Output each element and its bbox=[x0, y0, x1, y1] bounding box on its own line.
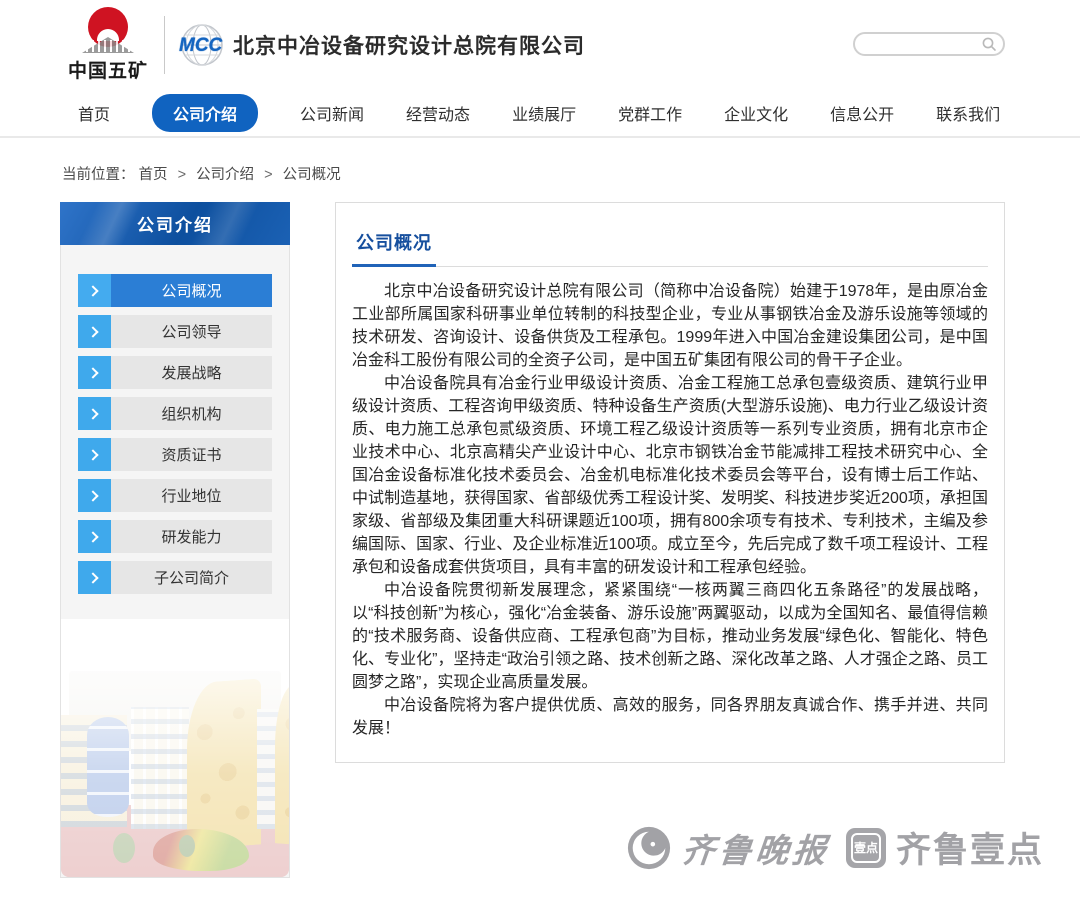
page: 中国五矿 MCC 北京中冶设备研究设计总院有限公司 bbox=[0, 0, 1080, 911]
sidebar-menu: 公司概况 公司领导 发展战略 组织机构 bbox=[61, 274, 289, 594]
company-name-title: 北京中冶设备研究设计总院有限公司 bbox=[233, 30, 585, 60]
chevron-right-icon bbox=[78, 520, 111, 553]
breadcrumb-link-company-intro[interactable]: 公司介绍 bbox=[196, 167, 254, 183]
sidebar-panel: 公司概况 公司领导 发展战略 组织机构 bbox=[60, 245, 290, 878]
header-divider bbox=[164, 16, 165, 74]
main-nav: 首页 公司介绍 公司新闻 经营动态 业绩展厅 党群工作 企业文化 信息公开 联系… bbox=[0, 90, 1080, 138]
breadcrumb-separator: > bbox=[264, 167, 272, 183]
site-header: 中国五矿 MCC 北京中冶设备研究设计总院有限公司 bbox=[0, 0, 1080, 90]
mcc-logo-text: MCC bbox=[179, 35, 222, 57]
company-overview-article: 北京中冶设备研究设计总院有限公司（简称中冶设备院）始建于1978年，是由原冶金工… bbox=[352, 280, 988, 740]
nav-item-contact-us[interactable]: 联系我们 bbox=[936, 101, 1000, 125]
chevron-right-icon bbox=[78, 274, 111, 307]
yidian-app-icon: 壹点 bbox=[846, 828, 886, 868]
sidebar: 公司介绍 公司概况 公司领导 发展战略 bbox=[60, 202, 290, 878]
chevron-right-icon bbox=[78, 397, 111, 430]
article-paragraph: 北京中冶设备研究设计总院有限公司（简称中冶设备院）始建于1978年，是由原冶金工… bbox=[352, 280, 988, 372]
search-box[interactable] bbox=[853, 32, 1005, 56]
section-title: 公司概况 bbox=[352, 229, 436, 267]
chevron-right-icon bbox=[78, 315, 111, 348]
sidebar-item-organization[interactable]: 组织机构 bbox=[78, 397, 272, 430]
sidebar-item-industry-position[interactable]: 行业地位 bbox=[78, 479, 272, 512]
breadcrumb-link-company-overview[interactable]: 公司概况 bbox=[283, 167, 341, 183]
chevron-right-icon bbox=[78, 479, 111, 512]
nav-item-info-disclosure[interactable]: 信息公开 bbox=[830, 101, 894, 125]
article-paragraph: 中冶设备院将为客户提供优质、高效的服务，同各界朋友真诚合作、携手并进、共同发展！ bbox=[352, 694, 988, 740]
qilu-swirl-icon bbox=[626, 825, 672, 871]
breadcrumb: 当前位置： 首页 > 公司介绍 > 公司概况 bbox=[62, 163, 1080, 184]
sidebar-item-rd-capability[interactable]: 研发能力 bbox=[78, 520, 272, 553]
nav-item-company-intro[interactable]: 公司介绍 bbox=[152, 94, 258, 132]
breadcrumb-link-home[interactable]: 首页 bbox=[139, 167, 168, 183]
mcc-logo-block[interactable]: MCC 北京中冶设备研究设计总院有限公司 bbox=[179, 22, 585, 68]
chevron-right-icon bbox=[78, 356, 111, 389]
chevron-right-icon bbox=[78, 561, 111, 594]
minmetals-logo[interactable]: 中国五矿 bbox=[62, 7, 154, 83]
sidebar-item-development-strategy[interactable]: 发展战略 bbox=[78, 356, 272, 389]
minmetals-logo-text: 中国五矿 bbox=[68, 56, 148, 83]
mcc-globe-icon: MCC bbox=[179, 22, 225, 68]
breadcrumb-prefix: 当前位置： bbox=[62, 167, 135, 183]
nav-item-business-trends[interactable]: 经营动态 bbox=[406, 101, 470, 125]
chevron-right-icon bbox=[78, 438, 111, 471]
sidebar-item-company-leaders[interactable]: 公司领导 bbox=[78, 315, 272, 348]
nav-item-company-news[interactable]: 公司新闻 bbox=[300, 101, 364, 125]
main-panel: 公司概况 北京中冶设备研究设计总院有限公司（简称中冶设备院）始建于1978年，是… bbox=[335, 202, 1005, 763]
nav-item-achievements[interactable]: 业绩展厅 bbox=[512, 101, 576, 125]
article-paragraph: 中冶设备院具有冶金行业甲级设计资质、冶金工程施工总承包壹级资质、建筑行业甲级设计… bbox=[352, 372, 988, 579]
minmetals-emblem-icon bbox=[75, 7, 141, 53]
qilu-evening-news-logo-text: 齐鲁晚报 bbox=[679, 824, 832, 872]
section-header: 公司概况 bbox=[352, 229, 988, 267]
content-area: 公司介绍 公司概况 公司领导 发展战略 bbox=[0, 202, 1080, 878]
sidebar-item-qualification-certificates[interactable]: 资质证书 bbox=[78, 438, 272, 471]
qilu-watermark: 齐鲁晚报 壹点 齐鲁壹点 bbox=[626, 822, 1044, 873]
breadcrumb-separator: > bbox=[178, 167, 186, 183]
article-paragraph: 中冶设备院贯彻新发展理念，紧紧围绕“一核两翼三商四化五条路径”的发展战略，以“科… bbox=[352, 579, 988, 694]
search-input[interactable] bbox=[867, 37, 981, 51]
nav-item-corporate-culture[interactable]: 企业文化 bbox=[724, 101, 788, 125]
nav-item-home[interactable]: 首页 bbox=[78, 101, 110, 125]
sidebar-item-subsidiaries[interactable]: 子公司简介 bbox=[78, 561, 272, 594]
search-icon[interactable] bbox=[981, 36, 997, 52]
sidebar-title: 公司介绍 bbox=[60, 202, 290, 245]
qilu-yidian-logo-text: 齐鲁壹点 bbox=[896, 822, 1044, 873]
nav-item-party-work[interactable]: 党群工作 bbox=[618, 101, 682, 125]
sidebar-building-image bbox=[61, 619, 289, 877]
sidebar-item-company-overview[interactable]: 公司概况 bbox=[78, 274, 272, 307]
